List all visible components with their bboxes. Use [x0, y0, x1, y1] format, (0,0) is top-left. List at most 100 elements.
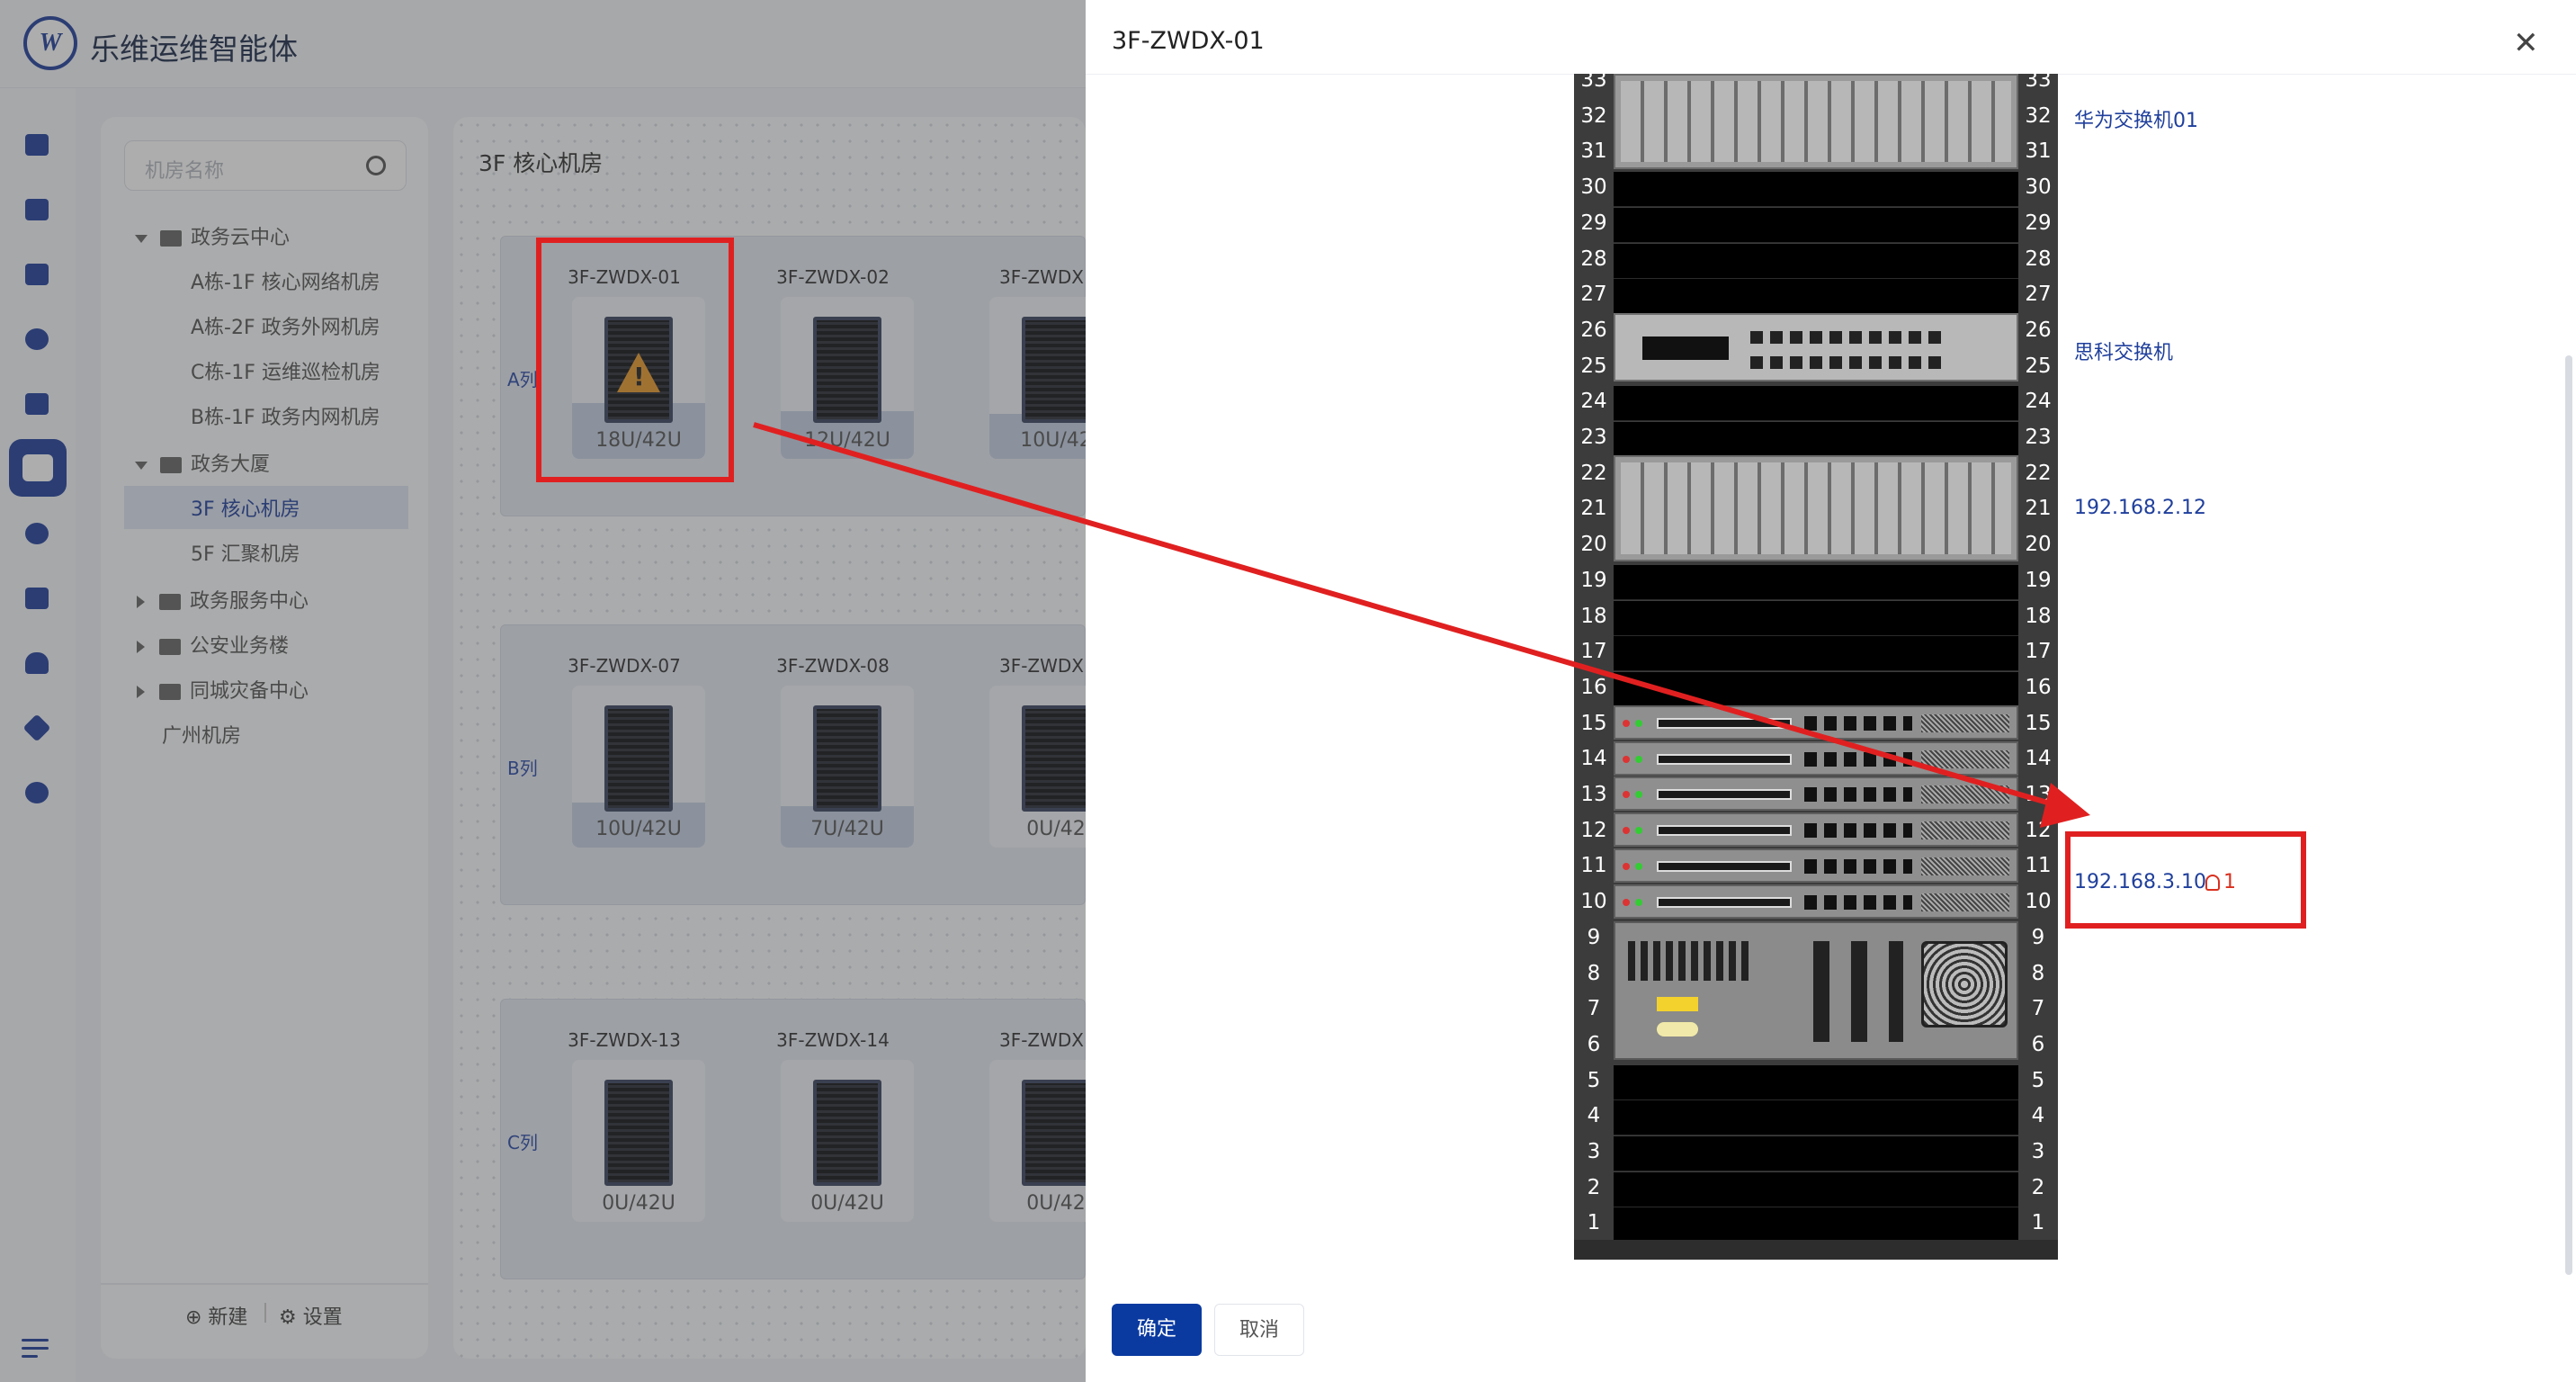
rack-unit-number: 11: [2025, 854, 2052, 878]
rack-unit-number: 31: [1580, 139, 1607, 164]
empty-rack-slot[interactable]: [1614, 564, 2018, 600]
empty-rack-slot[interactable]: [1614, 1207, 2018, 1243]
rack-unit-number: 21: [2025, 497, 2052, 521]
rack-unit-number: 33: [1580, 68, 1607, 92]
empty-rack-slot[interactable]: [1614, 243, 2018, 279]
rack-unit-number: 8: [1587, 961, 1601, 985]
highlight-box-device: [2065, 831, 2306, 929]
cancel-button[interactable]: 取消: [1214, 1304, 1304, 1356]
rack-unit-number: 12: [1580, 818, 1607, 842]
rack-unit-number: 30: [1580, 175, 1607, 200]
cisco-switch-device[interactable]: [1614, 313, 2018, 381]
rack-unit-number: 17: [2025, 640, 2052, 664]
rack-base: [1574, 1240, 2058, 1260]
rack-unit-number: 2: [2031, 1175, 2045, 1199]
empty-rack-slot[interactable]: [1614, 386, 2018, 422]
empty-rack-slot[interactable]: [1614, 1171, 2018, 1207]
rack-unit-number: 27: [1580, 283, 1607, 307]
rack-unit-number: 18: [2025, 604, 2052, 628]
rack-unit-number: 31: [2025, 139, 2052, 164]
empty-rack-slot[interactable]: [1614, 600, 2018, 636]
rack-unit-number: 13: [1580, 783, 1607, 806]
rack-unit-number: 28: [1580, 247, 1607, 271]
rack-unit-number: 8: [2031, 961, 2045, 985]
rack-unit-number: 14: [2025, 747, 2052, 771]
rack-unit-number: 4: [1587, 1104, 1601, 1128]
rack-unit-number: 29: [1580, 211, 1607, 235]
rack-unit-number: 29: [2025, 211, 2052, 235]
rack-unit-number: 4: [2031, 1104, 2045, 1128]
rack-unit-number: 16: [2025, 675, 2052, 699]
empty-rack-slot[interactable]: [1614, 172, 2018, 208]
fan-icon: [1921, 941, 2008, 1028]
huawei-switch-device[interactable]: [1614, 74, 2018, 169]
rack-unit-number: 5: [2031, 1068, 2045, 1092]
rack-unit-number: 19: [1580, 568, 1607, 592]
rack-unit-number: 24: [1580, 390, 1607, 414]
rack-unit-number: 23: [1580, 426, 1607, 449]
scrollbar[interactable]: [2565, 355, 2572, 1275]
rack-unit-number: 5: [1587, 1068, 1601, 1092]
rack-unit-number: 15: [1580, 711, 1607, 735]
network-switch-device[interactable]: [1614, 848, 2018, 883]
empty-rack-slot[interactable]: [1614, 1100, 2018, 1136]
rack-unit-number: 17: [1580, 640, 1607, 664]
highlight-box-rack: [536, 238, 734, 482]
empty-rack-slot[interactable]: [1614, 1064, 2018, 1100]
network-switch-device[interactable]: [1614, 812, 2018, 848]
server-device[interactable]: [1614, 921, 2018, 1060]
network-switch-device[interactable]: [1614, 884, 2018, 919]
empty-rack-slot[interactable]: [1614, 422, 2018, 457]
rack-unit-number: 32: [2025, 103, 2052, 128]
rack-unit-number: 7: [1587, 997, 1601, 1021]
rack-unit-number: 24: [2025, 390, 2052, 414]
drawer-title: 3F-ZWDX-01: [1112, 27, 1265, 55]
network-switch-device[interactable]: [1614, 740, 2018, 776]
rack-unit-number: 7: [2031, 997, 2045, 1021]
rack-unit-number: 25: [1580, 354, 1607, 378]
rack-unit-number: 11: [1580, 854, 1607, 878]
rack-unit-number: 20: [2025, 533, 2052, 557]
rack-unit-number: 33: [2025, 68, 2052, 92]
rack-unit-number: 13: [2025, 783, 2052, 806]
rack-unit-number: 19: [2025, 568, 2052, 592]
rack-unit-number: 3: [1587, 1140, 1601, 1163]
empty-rack-slot[interactable]: [1614, 207, 2018, 243]
confirm-button[interactable]: 确定: [1112, 1304, 1202, 1356]
empty-rack-slot[interactable]: [1614, 1136, 2018, 1171]
rack-unit-number: 22: [2025, 461, 2052, 485]
rack-unit-number: 16: [1580, 675, 1607, 699]
rack-unit-number: 6: [2031, 1032, 2045, 1056]
rack-unit-number: 22: [1580, 461, 1607, 485]
server-device-2-12[interactable]: [1614, 455, 2018, 561]
rack-unit-number: 28: [2025, 247, 2052, 271]
rack-unit-number: 2: [1587, 1175, 1601, 1199]
rack-unit-number: 1: [1587, 1211, 1601, 1235]
device-label-ip[interactable]: 192.168.2.12: [2074, 497, 2206, 519]
rack-unit-number: 18: [1580, 604, 1607, 628]
empty-rack-slot[interactable]: [1614, 279, 2018, 315]
rack-unit-number: 15: [2025, 711, 2052, 735]
rack-unit-number: 30: [2025, 175, 2052, 200]
modal-overlay[interactable]: [0, 0, 1086, 1382]
rack-unit-number: 3: [2031, 1140, 2045, 1163]
rack-unit-number: 32: [1580, 103, 1607, 128]
close-icon[interactable]: ✕: [2513, 25, 2539, 61]
rack-unit-number: 6: [1587, 1032, 1601, 1056]
device-label-cisco[interactable]: 思科交换机: [2074, 337, 2173, 365]
rack-unit-number: 12: [2025, 818, 2052, 842]
rack-unit-number: 20: [1580, 533, 1607, 557]
rack-unit-number: 21: [1580, 497, 1607, 521]
rack-unit-number: 26: [1580, 318, 1607, 342]
device-label-huawei[interactable]: 华为交换机01: [2074, 104, 2198, 133]
network-switch-device[interactable]: [1614, 776, 2018, 812]
rack-unit-number: 10: [1580, 890, 1607, 914]
empty-rack-slot[interactable]: [1614, 671, 2018, 707]
rack-unit-number: 27: [2025, 283, 2052, 307]
rack-unit-number: 26: [2025, 318, 2052, 342]
rack-unit-number: 1: [2031, 1211, 2045, 1235]
network-switch-device[interactable]: [1614, 705, 2018, 740]
empty-rack-slot[interactable]: [1614, 636, 2018, 672]
rack-unit-number: 23: [2025, 426, 2052, 449]
rack-unit-number: 9: [1587, 925, 1601, 949]
